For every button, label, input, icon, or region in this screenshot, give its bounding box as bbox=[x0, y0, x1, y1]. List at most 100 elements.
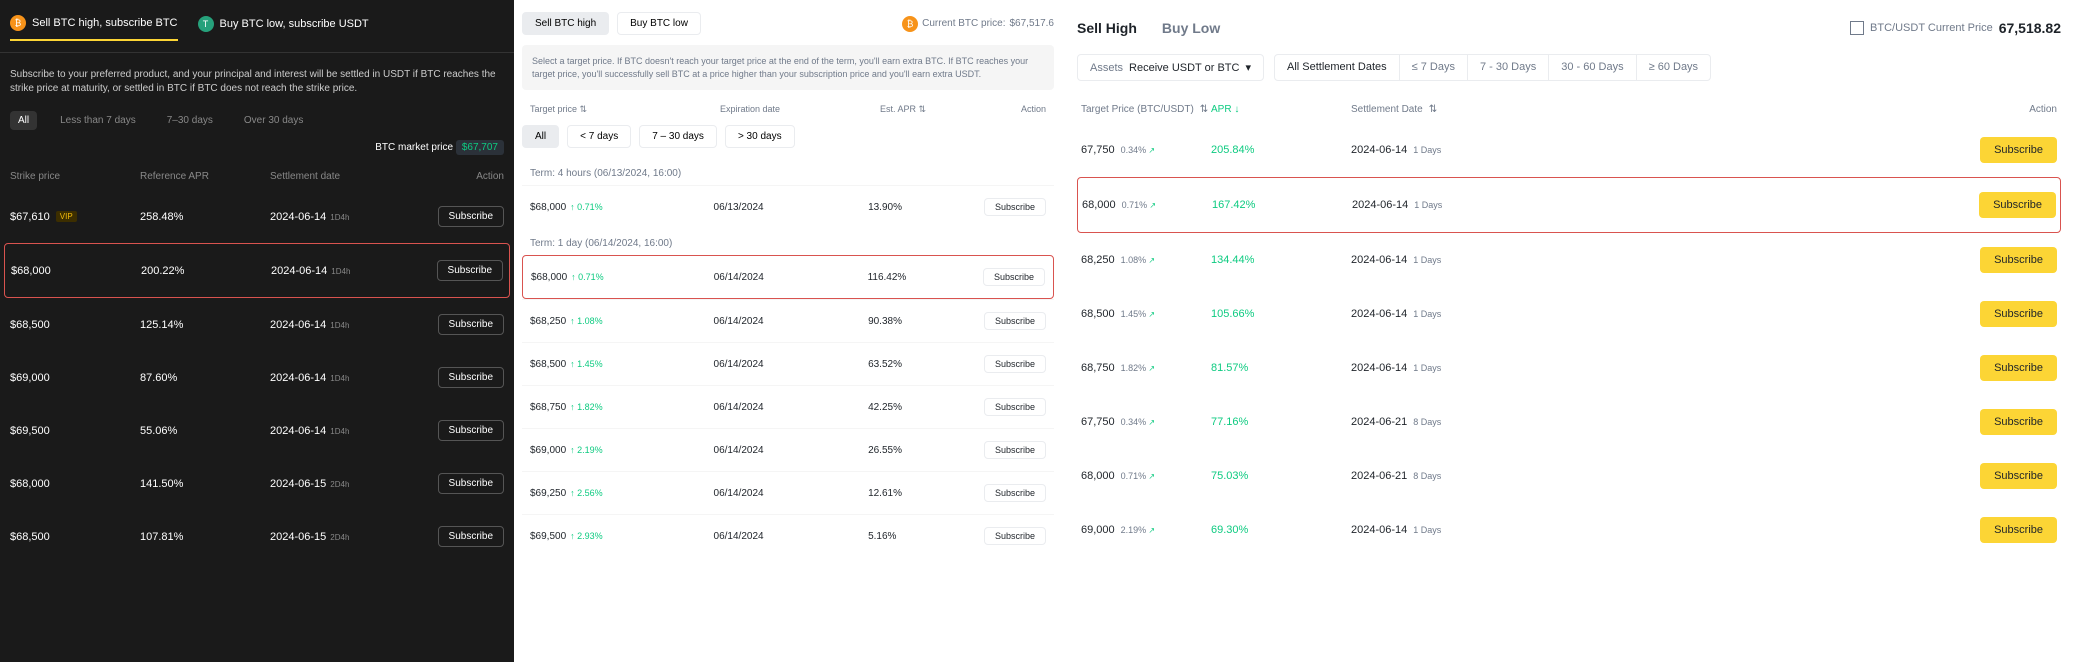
subscribe-button[interactable]: Subscribe bbox=[984, 441, 1046, 459]
subscribe-button[interactable]: Subscribe bbox=[984, 355, 1046, 373]
cell-settle: 2024-06-141D4h bbox=[270, 425, 410, 437]
tab-sell-high[interactable]: Sell High bbox=[1077, 20, 1137, 36]
subscribe-button[interactable]: Subscribe bbox=[438, 206, 504, 227]
cell-target-price: 68,0000.71% bbox=[1081, 470, 1211, 482]
table-row: $68,750↑ 1.82% 06/14/2024 42.25% Subscri… bbox=[522, 385, 1054, 428]
header-apr[interactable]: APR ↓ bbox=[1211, 104, 1351, 115]
header-strike: Strike price bbox=[10, 171, 140, 182]
pct-change: 0.71% bbox=[1122, 200, 1156, 210]
subscribe-button[interactable]: Subscribe bbox=[984, 312, 1046, 330]
cell-apr: 105.66% bbox=[1211, 308, 1351, 320]
cell-apr: 116.42% bbox=[868, 272, 983, 283]
asset-select[interactable]: Assets Receive USDT or BTC ▾ bbox=[1077, 54, 1264, 81]
term-label: 2D4h bbox=[330, 533, 349, 542]
filter-1[interactable]: < 7 days bbox=[567, 125, 631, 148]
product-tabs: Sell BTC high Buy BTC low bbox=[522, 12, 701, 35]
cell-action: Subscribe bbox=[984, 441, 1046, 459]
subscribe-button[interactable]: Subscribe bbox=[438, 473, 504, 494]
subscribe-button[interactable]: Subscribe bbox=[1980, 355, 2057, 381]
subscribe-button[interactable]: Subscribe bbox=[438, 314, 504, 335]
chevron-down-icon: ▾ bbox=[1245, 61, 1251, 74]
cell-expiration: 06/14/2024 bbox=[714, 316, 869, 327]
subscribe-button[interactable]: Subscribe bbox=[438, 526, 504, 547]
header-apr: Reference APR bbox=[140, 171, 270, 182]
duration-1[interactable]: ≤ 7 Days bbox=[1400, 55, 1468, 80]
cell-action: Subscribe bbox=[1502, 192, 2056, 218]
table-header: Target Price (BTC/USDT) ⇅ APR ↓ Settleme… bbox=[1077, 96, 2061, 123]
tab-buy-low[interactable]: Buy BTC low bbox=[617, 12, 701, 35]
term-label: 1D4h bbox=[330, 374, 349, 383]
cell-apr: 12.61% bbox=[868, 488, 984, 499]
price-label: Current BTC price: bbox=[922, 18, 1005, 29]
price-value: 67,518.82 bbox=[1999, 20, 2061, 36]
subscribe-button[interactable]: Subscribe bbox=[437, 260, 503, 281]
panel-dark: ₿ Sell BTC high, subscribe BTC T Buy BTC… bbox=[0, 0, 514, 662]
subscribe-button[interactable]: Subscribe bbox=[1980, 409, 2057, 435]
cell-action: Subscribe bbox=[984, 355, 1046, 373]
subscribe-button[interactable]: Subscribe bbox=[984, 484, 1046, 502]
table-row: $69,250↑ 2.56% 06/14/2024 12.61% Subscri… bbox=[522, 471, 1054, 514]
table-row: $69,500↑ 2.93% 06/14/2024 5.16% Subscrib… bbox=[522, 514, 1054, 557]
table-row: $67,610 VIP 258.48% 2024-06-141D4h Subsc… bbox=[0, 190, 514, 243]
cell-settlement: 2024-06-141 Days bbox=[1351, 254, 1501, 266]
product-tabs: Sell High Buy Low bbox=[1077, 20, 1220, 36]
subscribe-button[interactable]: Subscribe bbox=[1980, 301, 2057, 327]
cell-expiration: 06/14/2024 bbox=[714, 531, 869, 542]
filter-0[interactable]: All bbox=[522, 125, 559, 148]
panel-light-mid: Sell BTC high Buy BTC low ₿ Current BTC … bbox=[514, 0, 1062, 662]
table-body: Term: 4 hours (06/13/2024, 16:00) $68,00… bbox=[522, 158, 1054, 557]
subscribe-button[interactable]: Subscribe bbox=[1980, 137, 2057, 163]
table-row: 69,0002.19% 69.30% 2024-06-141 Days Subs… bbox=[1077, 503, 2061, 557]
header-target-price[interactable]: Target price ⇅ bbox=[530, 104, 720, 115]
cell-apr: 134.44% bbox=[1211, 254, 1351, 266]
subscribe-button[interactable]: Subscribe bbox=[1979, 192, 2056, 218]
subscribe-button[interactable]: Subscribe bbox=[984, 398, 1046, 416]
cell-settle: 2024-06-141D4h bbox=[270, 372, 410, 384]
subscribe-button[interactable]: Subscribe bbox=[438, 367, 504, 388]
filter-3[interactable]: Over 30 days bbox=[236, 111, 311, 130]
subscribe-button[interactable]: Subscribe bbox=[984, 527, 1046, 545]
duration-3[interactable]: 30 - 60 Days bbox=[1549, 55, 1636, 80]
filter-0[interactable]: All bbox=[10, 111, 37, 130]
filter-1[interactable]: Less than 7 days bbox=[52, 111, 144, 130]
duration-0[interactable]: All Settlement Dates bbox=[1275, 55, 1400, 80]
subscribe-button[interactable]: Subscribe bbox=[983, 268, 1045, 286]
tab-buy-low[interactable]: T Buy BTC low, subscribe USDT bbox=[198, 15, 369, 40]
subscribe-button[interactable]: Subscribe bbox=[438, 420, 504, 441]
filter-3[interactable]: > 30 days bbox=[725, 125, 795, 148]
cell-apr: 63.52% bbox=[868, 359, 984, 370]
cell-apr: 87.60% bbox=[140, 372, 270, 384]
filter-2[interactable]: 7 – 30 days bbox=[639, 125, 717, 148]
tab-sell-high[interactable]: ₿ Sell BTC high, subscribe BTC bbox=[10, 15, 178, 41]
cell-apr: 205.84% bbox=[1211, 144, 1351, 156]
asset-value: Receive USDT or BTC bbox=[1129, 62, 1239, 74]
tab-buy-low[interactable]: Buy Low bbox=[1162, 20, 1220, 36]
cell-apr: 141.50% bbox=[140, 478, 270, 490]
filter-2[interactable]: 7–30 days bbox=[159, 111, 221, 130]
cell-action: Subscribe bbox=[984, 198, 1046, 216]
header-target-price[interactable]: Target Price (BTC/USDT) ⇅ bbox=[1081, 104, 1211, 115]
pct-change: ↑ 0.71% bbox=[571, 272, 604, 282]
grid-icon[interactable] bbox=[1850, 21, 1864, 35]
table-body: $67,610 VIP 258.48% 2024-06-141D4h Subsc… bbox=[0, 190, 514, 563]
duration-4[interactable]: ≥ 60 Days bbox=[1637, 55, 1710, 80]
header-settlement[interactable]: Settlement Date ⇅ bbox=[1351, 104, 1501, 115]
pct-change: ↑ 0.71% bbox=[570, 202, 603, 212]
cell-apr: 200.22% bbox=[141, 265, 271, 277]
table-row: $69,000↑ 2.19% 06/14/2024 26.55% Subscri… bbox=[522, 428, 1054, 471]
table-header: Target price ⇅ Expiration date Est. APR … bbox=[522, 98, 1054, 121]
table-row: $68,500 107.81% 2024-06-152D4h Subscribe bbox=[0, 510, 514, 563]
header-apr[interactable]: Est. APR ⇅ bbox=[880, 104, 1000, 115]
tab-sell-high[interactable]: Sell BTC high bbox=[522, 12, 609, 35]
table-row: 68,0000.71% 75.03% 2024-06-218 Days Subs… bbox=[1077, 449, 2061, 503]
cell-apr: 42.25% bbox=[868, 402, 984, 413]
subscribe-button[interactable]: Subscribe bbox=[1980, 247, 2057, 273]
cell-expiration: 06/14/2024 bbox=[714, 488, 869, 499]
duration-2[interactable]: 7 - 30 Days bbox=[1468, 55, 1549, 80]
cell-target-price: 67,7500.34% bbox=[1081, 144, 1211, 156]
cell-expiration: 06/14/2024 bbox=[714, 359, 869, 370]
subscribe-button[interactable]: Subscribe bbox=[1980, 463, 2057, 489]
header-settle: Settlement date bbox=[270, 171, 410, 182]
subscribe-button[interactable]: Subscribe bbox=[984, 198, 1046, 216]
subscribe-button[interactable]: Subscribe bbox=[1980, 517, 2057, 543]
